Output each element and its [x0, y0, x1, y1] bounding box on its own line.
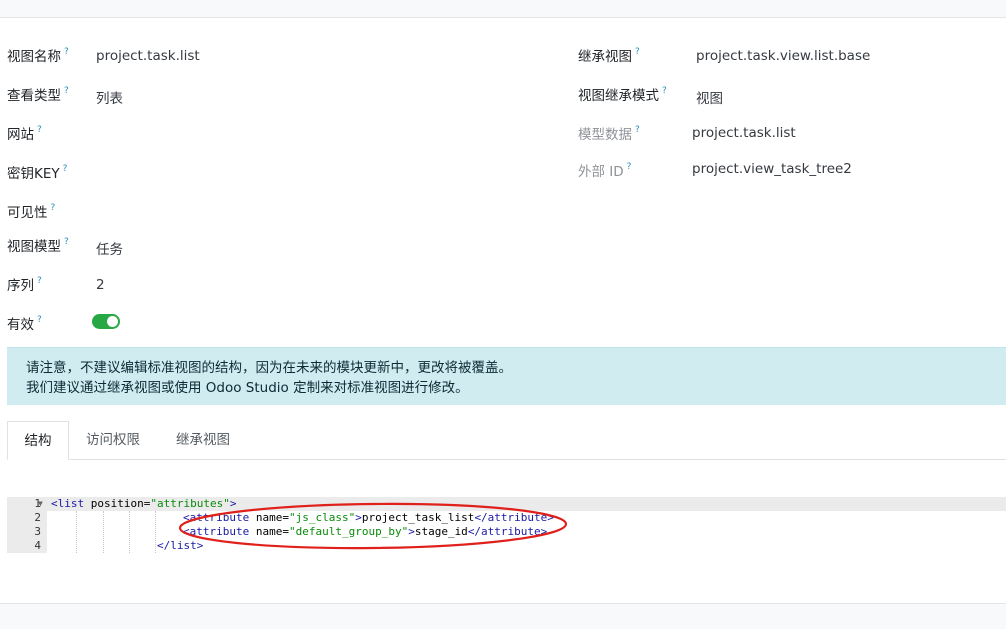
tab-access-rights[interactable]: 访问权限 [77, 421, 149, 460]
field-label-inherit-mode: 视图继承模式? [578, 86, 667, 104]
field-label-view-type: 查看类型? [7, 86, 69, 104]
field-value-inherit-mode[interactable]: 视图 [696, 87, 723, 107]
line-number: 4 [7, 539, 47, 553]
active-toggle[interactable] [92, 314, 120, 329]
field-label-inherit-view: 继承视图? [578, 47, 640, 65]
tab-inherited-views[interactable]: 继承视图 [167, 421, 239, 460]
code-editor[interactable]: 1 ▼ <list position="attributes"> 2 <attr… [7, 497, 1006, 555]
help-icon[interactable]: ? [662, 86, 667, 96]
field-label-visibility: 可见性? [7, 203, 56, 221]
help-icon[interactable]: ? [627, 162, 632, 172]
code-line[interactable]: 1 ▼ <list position="attributes"> [7, 497, 1006, 511]
field-value-view-name[interactable]: project.task.list [96, 48, 200, 64]
help-icon[interactable]: ? [37, 315, 42, 325]
help-icon[interactable]: ? [37, 125, 42, 135]
help-icon[interactable]: ? [64, 86, 69, 96]
code-text: <attribute name="default_group_by">stage… [183, 525, 548, 538]
help-icon[interactable]: ? [51, 203, 56, 213]
line-number: 2 [7, 511, 47, 525]
help-icon[interactable]: ? [37, 276, 42, 286]
field-value-view-type[interactable]: 列表 [96, 87, 123, 107]
info-alert: 请注意，不建议编辑标准视图的结构，因为在未来的模块更新中，更改将被覆盖。 我们建… [7, 347, 1006, 405]
code-line[interactable]: 2 <attribute name="js_class">project_tas… [7, 511, 1006, 525]
line-number: 3 [7, 525, 47, 539]
code-text: </list> [157, 539, 204, 552]
caret-down-icon[interactable]: ▼ [38, 497, 43, 511]
code-text: <attribute name="js_class">project_task_… [183, 511, 554, 524]
field-label-sequence: 序列? [7, 276, 42, 294]
field-value-sequence[interactable]: 2 [96, 277, 105, 293]
field-label-external-id: 外部 ID? [578, 162, 632, 180]
field-label-view-name: 视图名称? [7, 47, 69, 65]
field-value-view-model[interactable]: 任务 [96, 238, 123, 258]
top-toolbar-strip [0, 0, 1006, 18]
code-line[interactable]: 4 </list> [7, 539, 1006, 553]
code-text: <list position="attributes"> [51, 497, 237, 510]
field-value-external-id[interactable]: project.view_task_tree2 [692, 161, 852, 177]
alert-line-2: 我们建议通过继承视图或使用 Odoo Studio 定制来对标准视图进行修改。 [26, 380, 469, 396]
field-label-active: 有效? [7, 315, 42, 333]
alert-line-1: 请注意，不建议编辑标准视图的结构，因为在未来的模块更新中，更改将被覆盖。 [26, 360, 512, 376]
help-icon[interactable]: ? [64, 237, 69, 247]
field-label-model-data: 模型数据? [578, 125, 640, 143]
field-label-view-model: 视图模型? [7, 237, 69, 255]
help-icon[interactable]: ? [63, 164, 68, 174]
toggle-knob [107, 316, 118, 327]
help-icon[interactable]: ? [635, 47, 640, 57]
tab-structure[interactable]: 结构 [7, 421, 69, 460]
help-icon[interactable]: ? [635, 125, 640, 135]
code-line[interactable]: 3 <attribute name="default_group_by">sta… [7, 525, 1006, 539]
bottom-strip [0, 603, 1006, 629]
field-value-inherit-view[interactable]: project.task.view.list.base [696, 48, 870, 64]
notebook-tabs: 结构 访问权限 继承视图 [7, 421, 1006, 460]
field-label-website: 网站? [7, 125, 42, 143]
field-label-key: 密钥KEY? [7, 164, 68, 182]
field-value-model-data[interactable]: project.task.list [692, 125, 796, 141]
help-icon[interactable]: ? [64, 47, 69, 57]
